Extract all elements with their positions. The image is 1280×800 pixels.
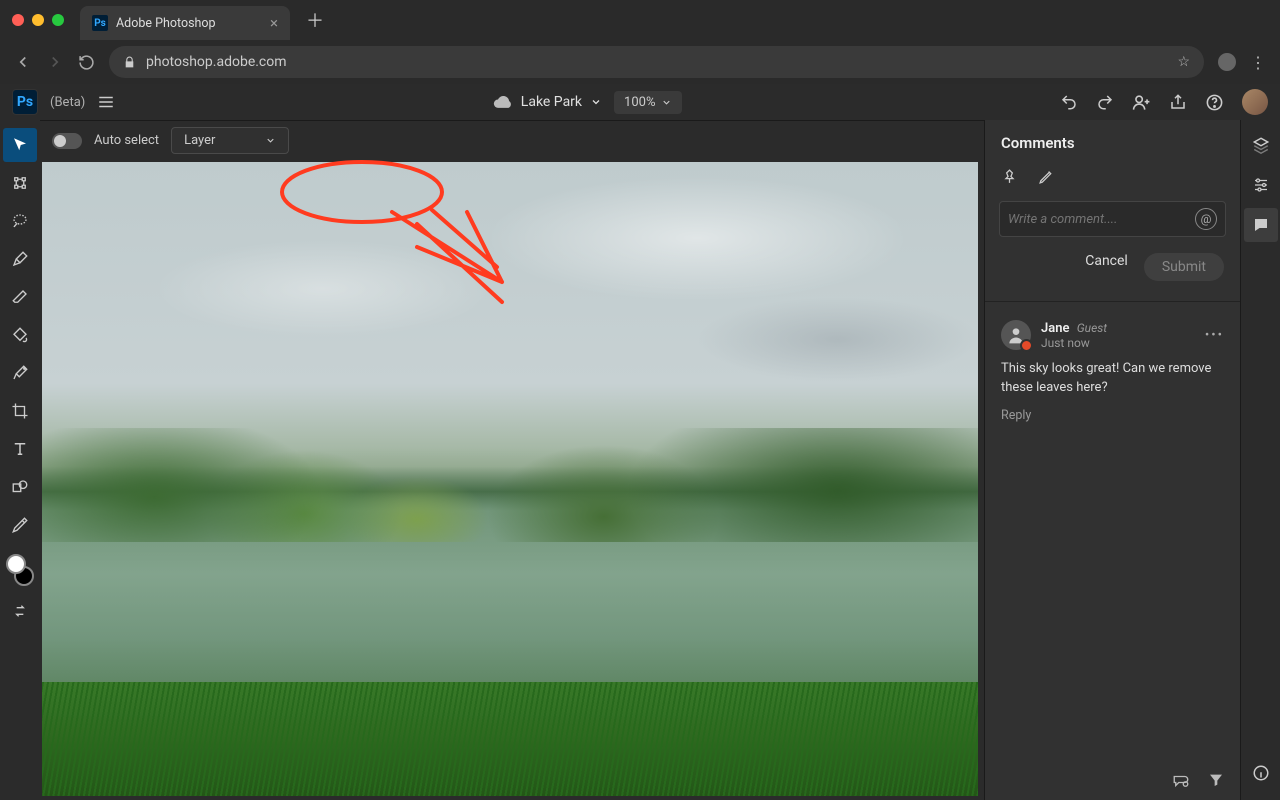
address-bar-row: photoshop.adobe.com ☆ ⋮: [0, 40, 1280, 84]
draw-annotation-button[interactable]: [1038, 168, 1055, 185]
user-avatar[interactable]: [1242, 89, 1268, 115]
annotation-markup: [242, 152, 722, 352]
lasso-tool[interactable]: [3, 204, 37, 238]
tab-close-icon[interactable]: ×: [270, 14, 278, 32]
cloud-icon: [493, 92, 513, 112]
auto-select-toggle[interactable]: [52, 133, 82, 149]
comment-role: Guest: [1077, 321, 1107, 335]
tab-title: Adobe Photoshop: [116, 16, 262, 31]
share-button[interactable]: [1169, 93, 1187, 111]
comments-panel: Comments @ Cancel Submit Jane Guest: [984, 120, 1240, 800]
layers-panel-button[interactable]: [1244, 128, 1278, 162]
address-bar[interactable]: photoshop.adobe.com ☆: [109, 46, 1204, 78]
help-button[interactable]: [1205, 93, 1224, 112]
zoom-dropdown[interactable]: 100%: [614, 91, 682, 114]
document-name: Lake Park: [521, 94, 582, 110]
toggle-annotations-button[interactable]: [1172, 772, 1190, 790]
comment-item: Jane Guest Just now ••• This sky looks g…: [985, 312, 1240, 431]
target-dropdown[interactable]: Layer: [171, 127, 289, 154]
beta-label: (Beta): [50, 95, 85, 110]
redo-button[interactable]: [1096, 93, 1114, 111]
comments-panel-button[interactable]: [1244, 208, 1278, 242]
mention-button[interactable]: @: [1195, 208, 1217, 230]
move-tool[interactable]: [3, 128, 37, 162]
comments-footer: [985, 762, 1240, 800]
comment-author: Jane: [1041, 321, 1069, 336]
type-tool[interactable]: [3, 432, 37, 466]
tool-bar: [0, 120, 40, 800]
comment-menu-button[interactable]: •••: [1205, 328, 1224, 343]
browser-menu-icon[interactable]: ⋮: [1250, 53, 1266, 72]
zoom-value: 100%: [624, 95, 655, 110]
canvas-area[interactable]: Auto select Layer: [40, 120, 984, 800]
invite-button[interactable]: [1132, 93, 1151, 112]
comments-panel-title: Comments: [985, 120, 1240, 162]
crop-tool[interactable]: [3, 394, 37, 428]
comment-body: This sky looks great! Can we remove thes…: [1001, 360, 1224, 398]
app-header: Ps (Beta) Lake Park 100%: [0, 84, 1280, 120]
app-logo-icon[interactable]: Ps: [12, 89, 38, 115]
profile-avatar-icon[interactable]: [1218, 53, 1236, 71]
shape-tool[interactable]: [3, 470, 37, 504]
swap-colors-button[interactable]: [3, 594, 37, 628]
canvas-image[interactable]: [42, 162, 978, 796]
brush-tool[interactable]: [3, 242, 37, 276]
eraser-tool[interactable]: [3, 280, 37, 314]
comment-time: Just now: [1041, 336, 1107, 350]
eyedropper-tool[interactable]: [3, 508, 37, 542]
new-tab-button[interactable]: ＋: [298, 7, 332, 33]
window-close-button[interactable]: [12, 14, 24, 26]
reload-button[interactable]: [78, 54, 95, 71]
adjustments-panel-button[interactable]: [1244, 168, 1278, 202]
document-name-dropdown[interactable]: Lake Park: [493, 92, 602, 112]
window-controls: [8, 14, 72, 26]
foreground-color[interactable]: [6, 554, 26, 574]
url-text: photoshop.adobe.com: [146, 54, 287, 70]
main-area: Auto select Layer Comments @: [0, 120, 1280, 800]
chevron-down-icon: [590, 96, 602, 108]
right-rail: [1240, 120, 1280, 800]
auto-select-label: Auto select: [94, 133, 159, 148]
color-swatches[interactable]: [6, 554, 34, 586]
filter-comments-button[interactable]: [1208, 772, 1224, 790]
fill-tool[interactable]: [3, 318, 37, 352]
chevron-down-icon: [661, 97, 672, 108]
menu-button[interactable]: [97, 93, 115, 111]
cancel-button[interactable]: Cancel: [1085, 253, 1128, 281]
chevron-down-icon: [265, 135, 276, 146]
divider: [985, 301, 1240, 302]
transform-tool[interactable]: [3, 166, 37, 200]
lock-icon: [123, 56, 136, 69]
window-zoom-button[interactable]: [52, 14, 64, 26]
browser-chrome: Ps Adobe Photoshop × ＋ photoshop.adobe.c…: [0, 0, 1280, 84]
annotation-badge-icon: [1020, 339, 1033, 352]
undo-button[interactable]: [1060, 93, 1078, 111]
comment-input[interactable]: [1008, 212, 1195, 227]
forward-button[interactable]: [46, 53, 64, 71]
window-minimize-button[interactable]: [32, 14, 44, 26]
comment-reply-button[interactable]: Reply: [1001, 408, 1224, 423]
comment-avatar: [1001, 320, 1031, 350]
browser-tab[interactable]: Ps Adobe Photoshop ×: [80, 6, 290, 40]
tree-line: [42, 428, 978, 542]
heal-tool[interactable]: [3, 356, 37, 390]
pin-annotation-button[interactable]: [1001, 168, 1018, 185]
target-dropdown-value: Layer: [184, 133, 215, 148]
comment-input-wrapper[interactable]: @: [999, 201, 1226, 237]
bookmark-star-icon[interactable]: ☆: [1177, 54, 1190, 70]
back-button[interactable]: [14, 53, 32, 71]
info-button[interactable]: [1244, 756, 1278, 790]
tab-favicon-icon: Ps: [92, 15, 108, 31]
foreground-grass: [42, 682, 978, 796]
submit-button[interactable]: Submit: [1144, 253, 1224, 281]
tab-strip: Ps Adobe Photoshop × ＋: [0, 0, 1280, 40]
